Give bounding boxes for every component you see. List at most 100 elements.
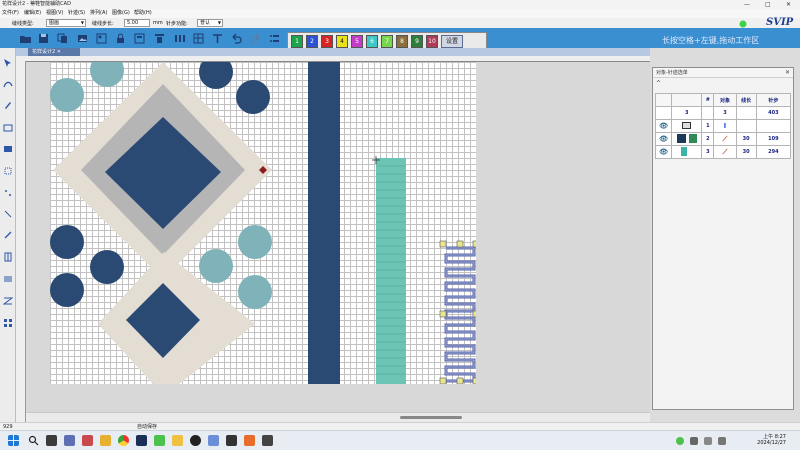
visibility-toggle[interactable]: 👁 (654, 132, 673, 146)
app-icon-orange[interactable] (244, 435, 255, 446)
teal-circle[interactable] (199, 249, 233, 283)
app-icon-settings[interactable] (64, 435, 75, 446)
app-icon-cad[interactable] (262, 435, 273, 446)
palette-color-3[interactable]: 3 (321, 35, 333, 48)
tray-network-icon[interactable] (704, 437, 712, 445)
teal-circle[interactable] (90, 62, 124, 87)
navy-circle[interactable] (90, 250, 124, 284)
grid-tool-icon[interactable] (3, 318, 13, 328)
table-icon[interactable] (193, 33, 204, 44)
text-icon[interactable] (212, 33, 223, 44)
palette-color-6[interactable]: 6 (366, 35, 378, 48)
distribute-icon[interactable] (174, 33, 185, 44)
menu-arrange[interactable]: 排列(A) (90, 9, 107, 18)
palette-color-7[interactable]: 7 (381, 35, 393, 48)
stitch-type-select[interactable]: 图画 ▼ (46, 19, 86, 27)
navy-circle[interactable] (199, 62, 233, 89)
palette-color-4[interactable]: 4 (336, 35, 348, 48)
list-icon[interactable] (269, 33, 280, 44)
close-icon[interactable]: ✕ (57, 49, 61, 55)
needle-func-select[interactable]: 普认 ▼ (197, 19, 223, 27)
collapse-icon[interactable]: ^ (656, 80, 661, 87)
redo-icon[interactable] (250, 33, 261, 44)
app-icon-folder[interactable] (100, 435, 111, 446)
palette-color-5[interactable]: 5 (351, 35, 363, 48)
menu-help[interactable]: 帮助(H) (134, 9, 152, 18)
chrome-icon[interactable] (118, 435, 129, 446)
visibility-toggle[interactable]: 👁 (654, 119, 673, 133)
save-icon[interactable] (38, 33, 49, 44)
palette-color-8[interactable]: 8 (396, 35, 408, 48)
navy-circle[interactable] (50, 225, 84, 259)
navy-circle[interactable] (236, 80, 270, 114)
frame-icon[interactable] (134, 33, 145, 44)
menu-stitch[interactable]: 针迹(S) (68, 9, 85, 18)
teal-circle[interactable] (50, 78, 84, 112)
close-button[interactable]: ✕ (786, 0, 791, 9)
undo-icon[interactable] (231, 33, 242, 44)
menu-file[interactable]: 文件(F) (2, 9, 19, 18)
image-tool-icon[interactable] (3, 144, 13, 154)
needle-tool-icon[interactable] (3, 230, 13, 240)
tab-pattern-design[interactable]: 花样设计2 ✕ (28, 48, 80, 56)
tray-wechat-icon[interactable] (676, 437, 684, 445)
clock[interactable]: 上午 8:27 2024/12/27 (757, 434, 786, 446)
photo-icon[interactable] (96, 33, 107, 44)
node-tool-icon[interactable] (3, 166, 13, 176)
app-icon-blue[interactable] (208, 435, 219, 446)
palette-settings-button[interactable]: 设置 (441, 35, 463, 48)
lock-icon[interactable] (115, 33, 126, 44)
point-tool-icon[interactable] (3, 188, 13, 198)
maximize-button[interactable]: □ (765, 0, 771, 9)
app-icon-qq[interactable] (190, 435, 201, 446)
navy-stripe[interactable] (308, 62, 340, 384)
align-icon[interactable] (154, 33, 165, 44)
teal-circle[interactable] (238, 225, 272, 259)
visibility-toggle[interactable]: 👁 (654, 145, 673, 159)
table-row[interactable]: 👁 2 ⟋ 30 109 (654, 132, 792, 146)
eye-icon[interactable]: 👁 (659, 135, 668, 143)
design-grid[interactable] (50, 62, 476, 384)
zigzag-tool-icon[interactable] (3, 296, 13, 306)
app-icon-green[interactable] (154, 435, 165, 446)
image-icon[interactable] (77, 33, 88, 44)
copy-icon[interactable] (57, 33, 68, 44)
stitch-step-input[interactable]: 5.00 (124, 19, 150, 27)
teal-circle[interactable] (238, 275, 272, 309)
select-arrow-icon[interactable] (3, 58, 13, 68)
open-folder-icon[interactable] (20, 33, 31, 44)
menu-view[interactable]: 视图(V) (46, 9, 63, 18)
curve-tool-icon[interactable] (3, 79, 13, 89)
fill-tool-icon[interactable] (3, 274, 13, 284)
menu-edit[interactable]: 编辑(E) (24, 9, 41, 18)
palette-color-1[interactable]: 1 (291, 35, 303, 48)
task-view-icon[interactable] (46, 435, 57, 446)
palette-color-10[interactable]: 10 (426, 35, 438, 48)
column-tool-icon[interactable] (3, 252, 13, 262)
palette-color-2[interactable]: 2 (306, 35, 318, 48)
app-icon-dark[interactable] (226, 435, 237, 446)
table-row[interactable]: 👁 1 I (654, 119, 792, 133)
minimize-button[interactable]: — (744, 0, 750, 9)
tray-icon[interactable] (690, 437, 698, 445)
horizontal-scrollbar[interactable] (26, 412, 650, 422)
photoshop-icon[interactable] (136, 435, 147, 446)
tray-volume-icon[interactable] (718, 437, 726, 445)
pen-tool-icon[interactable] (3, 100, 13, 110)
eye-icon[interactable]: 👁 (659, 122, 668, 130)
file-explorer-icon[interactable] (172, 435, 183, 446)
rect-tool-icon[interactable] (3, 123, 13, 133)
menu-image[interactable]: 图像(G) (112, 9, 130, 18)
table-row[interactable]: 👁 3 ⟋ 30 294 (654, 145, 792, 159)
arrow-tool-icon[interactable] (3, 209, 13, 219)
eye-icon[interactable]: 👁 (659, 148, 668, 156)
scroll-thumb[interactable] (400, 416, 462, 419)
navy-circle[interactable] (50, 273, 84, 307)
app-icon-red[interactable] (82, 435, 93, 446)
windows-start-icon[interactable] (8, 435, 19, 446)
purple-zigzag-stitch[interactable] (444, 246, 476, 383)
close-icon[interactable]: ✕ (785, 68, 790, 78)
search-icon[interactable] (28, 435, 39, 446)
object-type: ⟋ (713, 145, 737, 159)
palette-color-9[interactable]: 9 (411, 35, 423, 48)
